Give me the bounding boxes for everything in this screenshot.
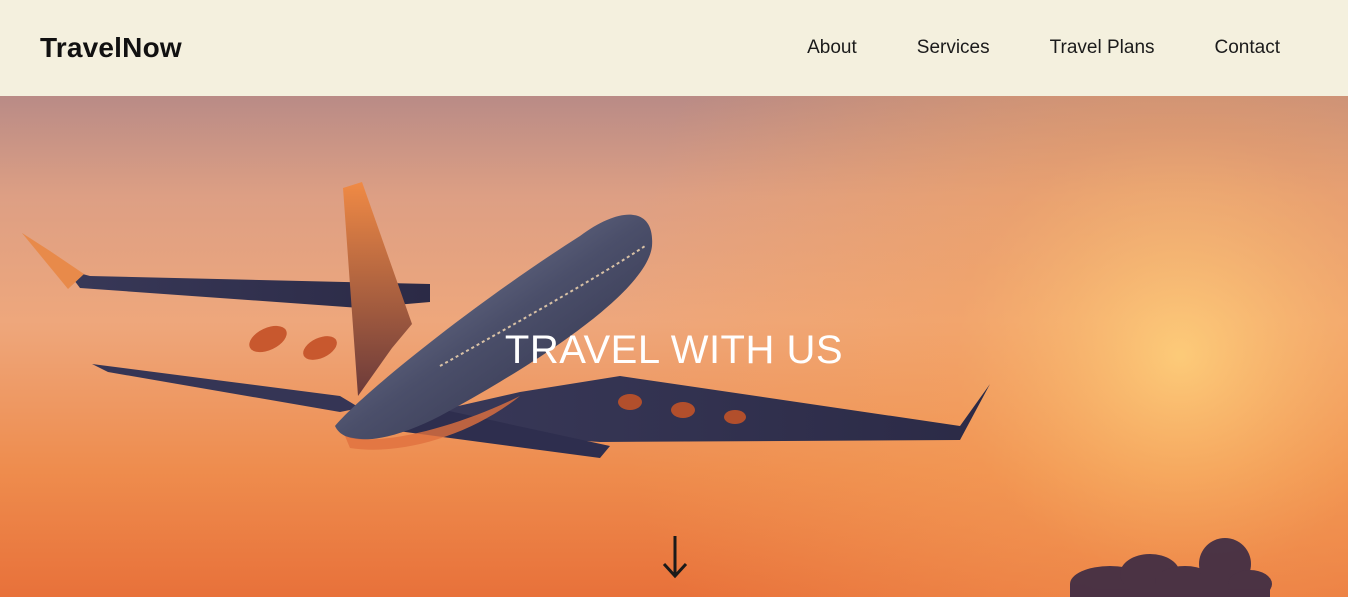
nav-link-services[interactable]: Services [917, 37, 990, 59]
hero-section: TRAVEL WITH US [0, 96, 1348, 597]
main-nav: About Services Travel Plans Contact [807, 37, 1280, 59]
nav-link-contact[interactable]: Contact [1215, 37, 1280, 59]
hero-title: TRAVEL WITH US [504, 328, 844, 372]
brand-logo[interactable]: TravelNow [40, 32, 182, 64]
nav-link-travel-plans[interactable]: Travel Plans [1050, 37, 1155, 59]
arrow-down-icon[interactable] [661, 534, 689, 580]
nav-link-about[interactable]: About [807, 37, 857, 59]
site-header: TravelNow About Services Travel Plans Co… [0, 0, 1348, 96]
